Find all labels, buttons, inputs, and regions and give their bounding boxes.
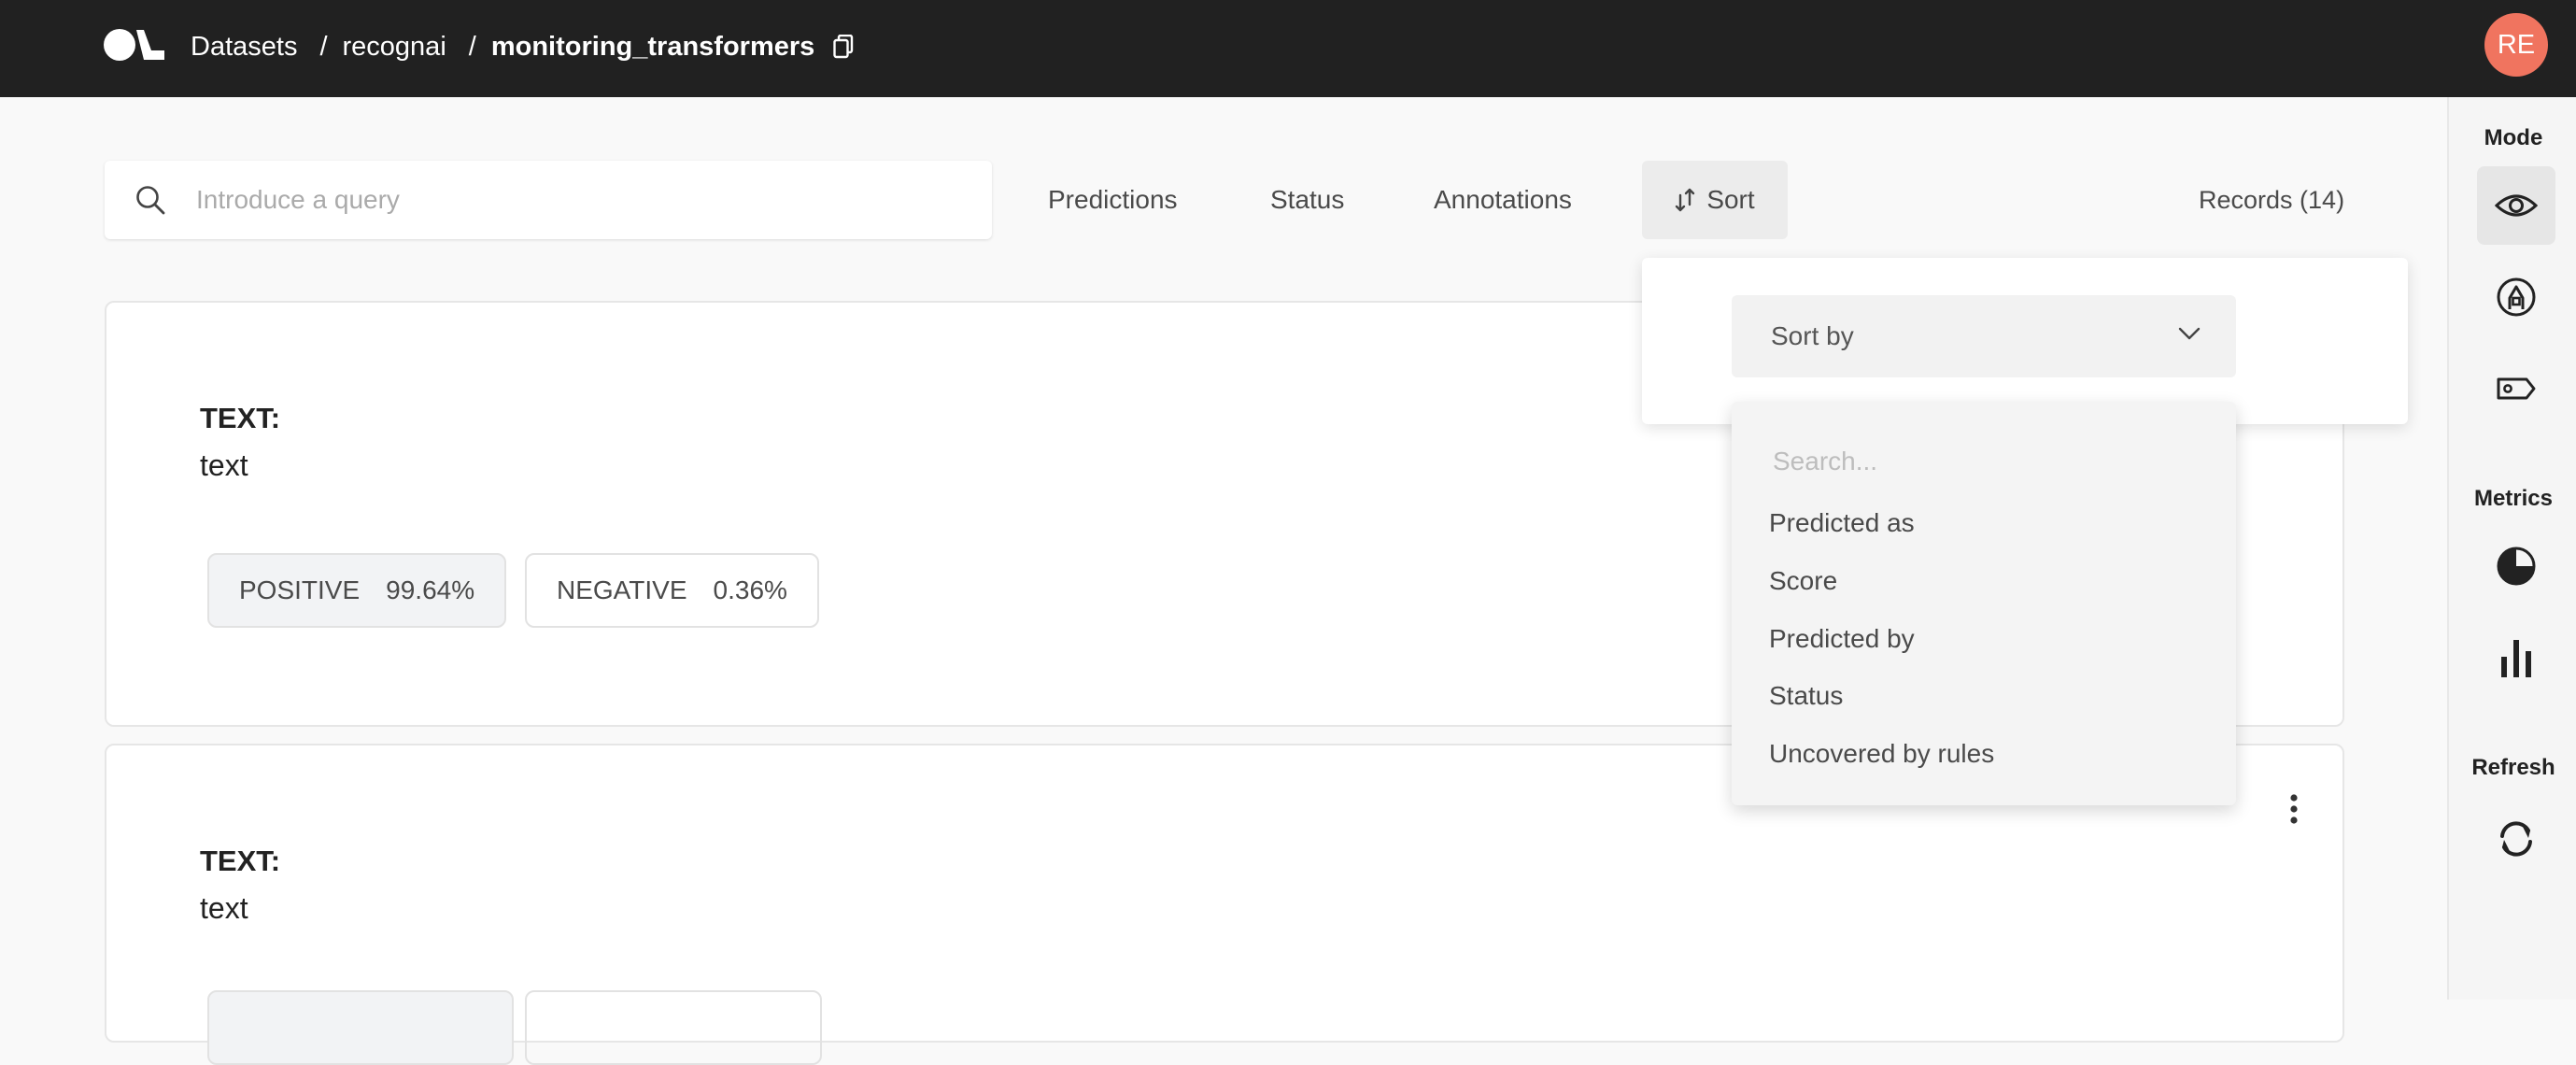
sort-option-status[interactable]: Status [1769,677,1843,715]
sort-button-label: Sort [1706,185,1755,214]
metrics-progress-button[interactable] [2477,527,2555,605]
sidebar-mode-title: Mode [2484,125,2543,150]
record-field-label: TEXT: [200,402,281,434]
prediction-score: 99.64% [386,575,475,604]
eye-icon [2495,194,2538,217]
refresh-icon [2500,821,2532,857]
records-count: Records (14) [2199,185,2345,214]
mode-explore-button[interactable] [2477,166,2555,245]
refresh-button[interactable] [2477,800,2555,878]
sidebar-metrics-title: Metrics [2473,486,2554,511]
metrics-stats-button[interactable] [2477,618,2555,697]
sort-option-uncovered-by-rules[interactable]: Uncovered by rules [1769,735,1994,773]
sidebar-refresh-title: Refresh [2471,755,2555,780]
chevron-down-icon [2178,327,2201,340]
sort-option-predicted-by[interactable]: Predicted by [1769,620,1915,658]
breadcrumb-separator: / [468,31,476,62]
record-field-value: text [200,448,248,482]
sort-option-predicted-as[interactable]: Predicted as [1769,504,1915,542]
prediction-tag [207,990,514,1065]
pie-chart-icon [2497,547,2536,586]
tag-icon [2497,377,2536,400]
sort-icon [1676,188,1695,212]
sort-panel: Sort by [1642,258,2408,424]
record-field-value: text [200,891,248,925]
prediction-label: NEGATIVE [557,575,687,604]
pen-icon [2497,277,2536,317]
record-field-label: TEXT: [200,845,281,877]
prediction-tag-negative: NEGATIVE 0.36% [525,553,819,628]
top-bar: Datasets / recognai / monitoring_transfo… [0,0,2576,97]
mode-label-button[interactable] [2477,349,2555,428]
copy-icon[interactable] [833,35,854,59]
search-box [105,161,992,239]
filter-annotations[interactable]: Annotations [1434,161,1572,239]
sort-dropdown: Predicted as Score Predicted by Status U… [1732,402,2236,805]
filter-predictions[interactable]: Predictions [1048,161,1178,239]
sort-button[interactable]: Sort [1642,161,1788,239]
sort-option-score[interactable]: Score [1769,562,1837,600]
prediction-tag [525,990,822,1065]
bar-chart-icon [2501,640,2531,677]
sort-by-label: Sort by [1771,321,1854,350]
prediction-label: POSITIVE [239,575,361,604]
search-input[interactable] [194,184,960,216]
search-icon [136,186,165,215]
breadcrumb-dataset: monitoring_transformers [490,31,815,62]
sort-by-select[interactable]: Sort by [1732,295,2236,377]
logo-icon[interactable] [103,26,166,64]
prediction-tag-positive: POSITIVE 99.64% [207,553,507,628]
more-options-icon[interactable] [2288,792,2300,826]
sort-search-input[interactable] [1771,441,2201,482]
breadcrumb-separator: / [319,31,328,62]
filter-status[interactable]: Status [1270,161,1344,239]
prediction-score: 0.36% [713,575,787,604]
breadcrumb: Datasets / recognai / monitoring_transfo… [191,0,854,93]
right-sidebar: Mode Metrics Refresh [2447,97,2576,1000]
avatar[interactable]: RE [2484,13,2548,77]
mode-annotate-button[interactable] [2477,258,2555,336]
breadcrumb-workspace[interactable]: recognai [343,32,446,63]
breadcrumb-datasets[interactable]: Datasets [191,32,297,63]
